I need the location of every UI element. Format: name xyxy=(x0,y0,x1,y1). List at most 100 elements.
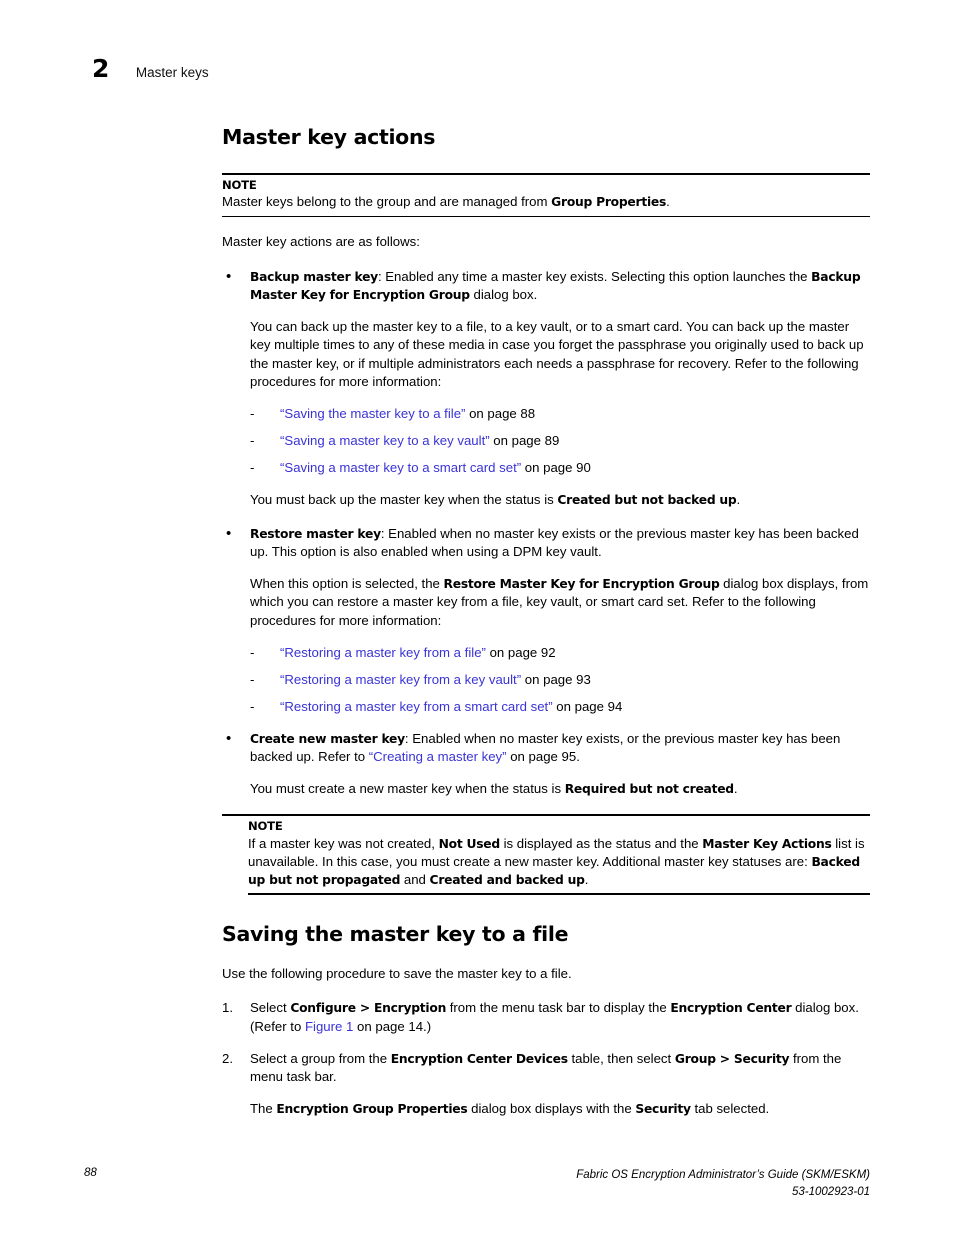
xref-link[interactable]: “Saving a master key to a smart card set… xyxy=(280,460,521,475)
xref-link[interactable]: “Restoring a master key from a smart car… xyxy=(280,699,553,714)
note-block-2: NOTE If a master key was not created, No… xyxy=(222,814,870,895)
dash-icon: - xyxy=(250,672,255,688)
backup-detail-paragraph: You can back up the master key to a file… xyxy=(250,319,864,389)
status-created-and-backed-up: Created and backed up xyxy=(429,873,585,888)
footer-doc-info: Fabric OS Encryption Administrator’s Gui… xyxy=(576,1167,870,1202)
dash-icon: - xyxy=(250,405,255,421)
step-text-1: Select a group from the xyxy=(250,1050,391,1066)
note-block-1: NOTE Master keys belong to the group and… xyxy=(222,172,870,218)
menu-path-configure-encryption: Configure > Encryption xyxy=(290,1001,447,1016)
master-key-actions-label: Master Key Actions xyxy=(702,836,832,851)
list-item-backup-master-key: • Backup master key: Enabled any time a … xyxy=(222,268,870,509)
dialog-encryption-center: Encryption Center xyxy=(670,1001,792,1016)
content-column: Master key actions NOTE Master keys belo… xyxy=(222,126,870,1118)
dialog-encryption-group-properties: Encryption Group Properties xyxy=(276,1102,468,1117)
bullet-term: Restore master key xyxy=(250,526,381,541)
xref-tail: on page 90 xyxy=(521,460,591,476)
step-text-2: from the menu task bar to display the xyxy=(446,1000,671,1016)
xref-tail: on page 92 xyxy=(485,644,556,660)
bullet-term: Create new master key xyxy=(250,731,405,746)
saving-intro-paragraph: Use the following procedure to save the … xyxy=(222,966,572,982)
xref-tail: on page 93 xyxy=(521,672,591,688)
step-number: 2. xyxy=(222,1050,233,1066)
section-heading-saving-master-key: Saving the master key to a file xyxy=(222,921,569,946)
step-text-2: table, then select xyxy=(567,1050,675,1066)
note-bold-term: Group Properties xyxy=(551,195,667,210)
note-text: If a master key was not created, Not Use… xyxy=(222,835,870,890)
step-2: 2. Select a group from the Encryption Ce… xyxy=(222,1050,870,1119)
dash-icon: - xyxy=(250,460,255,476)
restoring-links-list: - “Restoring a master key from a file” on… xyxy=(250,644,870,717)
page-title: Master key actions xyxy=(222,125,436,149)
list-item-link: - “Restoring a master key from a smart ca… xyxy=(250,698,870,716)
page-footer: 88 Fabric OS Encryption Administrator’s … xyxy=(0,1167,954,1207)
bullet-text-1: : Enabled any time a master key exists. … xyxy=(377,268,812,284)
note-text-after: . xyxy=(666,194,670,210)
note-text-before: Master keys belong to the group and are … xyxy=(222,194,552,210)
status-badge: Required but not created xyxy=(564,782,734,796)
dash-icon: - xyxy=(250,433,255,449)
status-badge: Created but not backed up xyxy=(557,492,737,507)
note-label: NOTE xyxy=(248,819,283,834)
note-text-5: . xyxy=(584,872,589,888)
chapter-title: Master keys xyxy=(135,65,209,80)
list-item-link: - “Saving a master key to a smart card se… xyxy=(250,459,870,477)
bullet-text-2: dialog box. xyxy=(469,286,538,302)
step-1: 1. Select Configure > Encryption from th… xyxy=(222,999,870,1035)
bullet-text: Restore master key: Enabled when no mast… xyxy=(250,525,870,561)
xref-link[interactable]: “Restoring a master key from a key vault… xyxy=(280,672,521,687)
saving-links-list: - “Saving the master key to a file” on pa… xyxy=(250,405,870,478)
table-encryption-center-devices: Encryption Center Devices xyxy=(390,1051,568,1066)
note-text-4: and xyxy=(400,872,430,888)
step-2-followup: The Encryption Group Properties dialog b… xyxy=(250,1100,870,1118)
bullet-icon: • xyxy=(226,729,232,747)
backup-status-note: You must back up the master key when the… xyxy=(250,491,870,509)
bullet-icon: • xyxy=(226,524,232,542)
restore-text-before: When this option is selected, the xyxy=(250,576,444,592)
list-item-link: - “Restoring a master key from a file” on… xyxy=(250,644,870,662)
xref-tail: on page 89 xyxy=(489,433,560,449)
footer-doc-title: Fabric OS Encryption Administrator’s Gui… xyxy=(576,1169,870,1181)
xref-link[interactable]: “Creating a master key” xyxy=(369,749,507,764)
step-text: Select Configure > Encryption from the m… xyxy=(250,999,870,1035)
master-key-actions-list: • Backup master key: Enabled any time a … xyxy=(222,268,870,799)
note-text-1: If a master key was not created, xyxy=(248,835,439,851)
followup-text-2: dialog box displays with the xyxy=(467,1101,636,1117)
step-number: 1. xyxy=(222,1000,233,1016)
status-text-after: . xyxy=(733,781,738,796)
followup-text-3: tab selected. xyxy=(690,1101,770,1117)
bullet-icon: • xyxy=(226,267,232,285)
running-header: 2 Master keys xyxy=(92,56,209,81)
footer-page-number: 88 xyxy=(84,1167,97,1179)
xref-figure-link[interactable]: Figure 1 xyxy=(305,1019,353,1034)
xref-tail: on page 88 xyxy=(465,405,536,421)
list-item-restore-master-key: • Restore master key: Enabled when no ma… xyxy=(222,525,870,717)
status-text-after: . xyxy=(736,491,741,507)
note-text: Master keys belong to the group and are … xyxy=(222,193,870,211)
step-text: Select a group from the Encryption Cente… xyxy=(250,1050,870,1086)
xref-link[interactable]: “Saving the master key to a file” xyxy=(280,406,465,421)
dash-icon: - xyxy=(250,699,255,715)
chapter-number: 2 xyxy=(92,54,109,83)
list-item-link: - “Saving the master key to a file” on pa… xyxy=(250,405,870,423)
bullet-text-2: on page 95. xyxy=(506,748,580,764)
restore-detail-paragraph: When this option is selected, the Restor… xyxy=(250,575,870,630)
dash-icon: - xyxy=(250,644,255,660)
tab-security: Security xyxy=(635,1102,691,1117)
create-status-note: You must create a new master key when th… xyxy=(250,780,870,798)
status-not-used: Not Used xyxy=(438,836,501,851)
footer-doc-number: 53-1002923-01 xyxy=(791,1186,870,1199)
note-label: NOTE xyxy=(222,177,257,192)
status-text-before: You must back up the master key when the… xyxy=(250,491,558,507)
procedure-steps: 1. Select Configure > Encryption from th… xyxy=(222,999,870,1118)
bullet-text: Backup master key: Enabled any time a ma… xyxy=(250,268,870,304)
intro-paragraph: Master key actions are as follows: xyxy=(222,234,420,250)
restore-dialog-name: Restore Master Key for Encryption Group xyxy=(443,577,720,592)
bullet-term: Backup master key xyxy=(250,269,378,284)
xref-link[interactable]: “Saving a master key to a key vault” xyxy=(280,433,490,448)
menu-path-group-security: Group > Security xyxy=(674,1051,790,1066)
list-item-create-new-master-key: • Create new master key: Enabled when no… xyxy=(222,730,870,799)
step-text-1: Select xyxy=(250,1000,291,1016)
xref-link[interactable]: “Restoring a master key from a file” xyxy=(280,645,486,660)
status-text-before: You must create a new master key when th… xyxy=(250,781,565,796)
